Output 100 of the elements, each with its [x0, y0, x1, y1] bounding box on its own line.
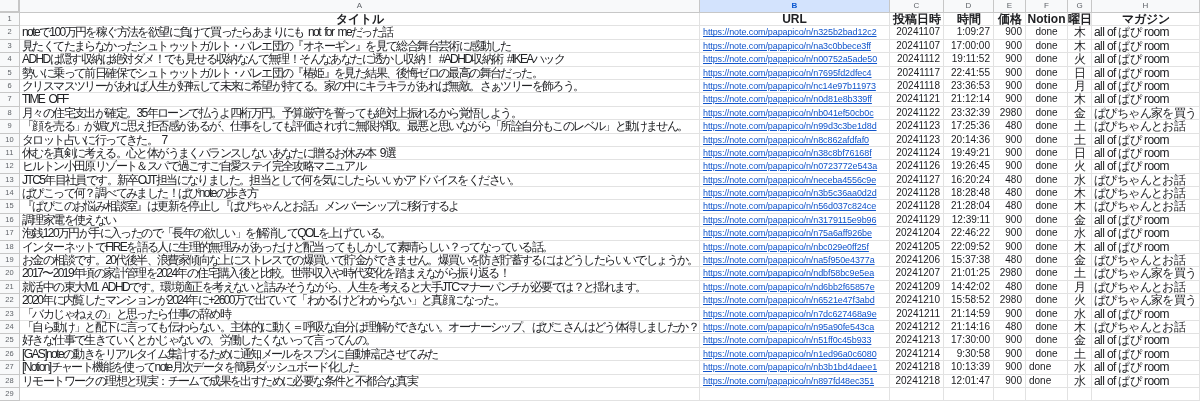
title-cell: 2017〜2019年頃の家計管理を2024年の住宅購入後と比較。世帯収入や時代変化を踏まえながら振り返る！	[20, 267, 700, 281]
date-cell: 20241128	[890, 187, 944, 201]
weekday-cell: 水	[1068, 374, 1092, 388]
time-cell: 21:28:04	[944, 200, 994, 214]
weekday-cell: 木	[1068, 26, 1092, 40]
column-header[interactable]: E	[994, 0, 1026, 13]
url-link[interactable]: https://note.com/papapico/n/n0723772e543a	[703, 160, 878, 173]
title-cell: 休むを真剣に考える。心と体がうまくバランスしないあなたに贈るお休み本 9選	[20, 146, 700, 161]
url-link[interactable]: https://note.com/papapico/n/na5f950e4377a	[703, 254, 875, 267]
url-link[interactable]: https://note.com/papapico/n/n51ff0c45b933	[703, 334, 872, 347]
column-header[interactable]: H	[1092, 0, 1200, 13]
price-cell: 480	[994, 254, 1026, 268]
magazine-cell: all of ぱぴ room	[1092, 39, 1200, 54]
column-header[interactable]: F	[1026, 0, 1068, 13]
date-cell: 20241206	[890, 254, 944, 268]
status-cell: done	[1026, 187, 1068, 201]
magazine-cell: all of ぱぴ room	[1092, 240, 1200, 255]
title-cell: クリスマスツリーがあれば人生が好転して未来に希望が持てる。家の中にキラキラがあれば無敵。さぁツリーを飾ろう。	[20, 79, 700, 94]
url-link[interactable]: https://note.com/papapico/n/n8c862afdfaf0	[703, 133, 870, 146]
column-header[interactable]: C	[890, 0, 944, 13]
magazine-cell: all of ぱぴ room	[1092, 53, 1200, 67]
magazine-cell: all of ぱぴ room	[1092, 79, 1200, 94]
weekday-cell: 土	[1068, 347, 1092, 362]
date-cell: 20241118	[890, 79, 944, 94]
column-header[interactable]: D	[944, 0, 994, 13]
url-link[interactable]: https://note.com/papapico/n/n75a6aff926be	[703, 227, 872, 240]
url-link[interactable]: https://note.com/papapico/n/nb041ef50cb0c	[703, 106, 874, 120]
url-link[interactable]: https://note.com/papapico/n/n3179115e9b96	[703, 213, 877, 227]
weekday-cell: 金	[1068, 106, 1092, 121]
date-cell: 20241207	[890, 267, 944, 281]
weekday-cell: 水	[1068, 307, 1092, 321]
title-cell: お金の相談です。20代後半、浪費家傾向な上にストレスでの爆買いで貯金ができません。爆買いを防ぎ貯蓄するにはどうしたらいいでしょうか。	[20, 254, 700, 268]
weekday-cell: 水	[1068, 173, 1092, 188]
time-cell: 12:39:11	[944, 213, 994, 228]
status-cell: done	[1026, 200, 1068, 214]
column-heading: 価格	[994, 13, 1026, 27]
url-link[interactable]: https://note.com/papapico/n/na3c0bbece3ff	[703, 39, 871, 53]
url-link[interactable]: https://note.com/papapico/n/n3b5c36aa0d2d	[703, 187, 877, 200]
url-link[interactable]: https://note.com/papapico/n/n7dc627468a9e	[703, 307, 877, 320]
magazine-cell: all of ぱぴ room	[1092, 160, 1200, 174]
url-link[interactable]: https://note.com/papapico/n/n95a90fe543ca	[703, 321, 875, 334]
status-cell: done	[1026, 280, 1068, 295]
price-cell: 2980	[994, 294, 1026, 308]
status-cell: done	[1026, 307, 1068, 321]
url-link[interactable]: https://note.com/papapico/n/n6521e47f3abd	[703, 294, 875, 307]
url-link[interactable]: https://note.com/papapico/n/n0d81e8b339ff	[703, 93, 872, 106]
magazine-cell: all of ぱぴ room	[1092, 227, 1200, 241]
magazine-cell: all of ぱぴ room	[1092, 334, 1200, 348]
status-cell: done	[1026, 79, 1068, 94]
weekday-cell: 木	[1068, 321, 1092, 335]
date-cell: 20241107	[890, 26, 944, 40]
date-cell: 20241121	[890, 93, 944, 107]
date-cell: 20241128	[890, 200, 944, 214]
price-cell: 900	[994, 93, 1026, 107]
url-link[interactable]: https://note.com/papapico/n/nbc029e0ff25f	[703, 240, 869, 254]
status-cell: done	[1026, 133, 1068, 147]
weekday-cell: 金	[1068, 213, 1092, 228]
url-link[interactable]: https://note.com/papapico/n/n897fd48ec351	[703, 374, 875, 387]
price-cell: 900	[994, 39, 1026, 54]
date-cell: 20241123	[890, 120, 944, 134]
url-link[interactable]: https://note.com/papapico/n/n325b2bad12c2	[703, 26, 877, 39]
weekday-cell: 木	[1068, 187, 1092, 201]
column-header[interactable]: B	[700, 0, 890, 13]
title-cell: 月々の住宅支出が確定。35年ローンで払うよ四桁万円。予算厳守を誓っても絶対上振れるから覚悟しよう。	[20, 106, 700, 121]
url-link[interactable]: https://note.com/papapico/n/nb3b1bd4daee1	[703, 361, 878, 374]
url-link[interactable]: https://note.com/papapico/n/neceba4556c9e	[703, 173, 877, 187]
time-cell: 23:32:39	[944, 106, 994, 121]
date-cell: 20241126	[890, 160, 944, 174]
status-cell: done	[1026, 160, 1068, 174]
weekday-cell: 土	[1068, 133, 1092, 147]
column-header[interactable]: A	[20, 0, 700, 13]
url-link[interactable]: https://note.com/papapico/n/nc14e97b11973	[703, 79, 876, 93]
price-cell: 900	[994, 133, 1026, 147]
magazine-cell: all of ぱぴ room	[1092, 307, 1200, 321]
magazine-cell: ぱぴちゃんとお話	[1092, 321, 1200, 335]
weekday-cell: 木	[1068, 200, 1092, 214]
price-cell: 900	[994, 146, 1026, 161]
url-link[interactable]: https://note.com/papapico/n/n56d037c824ce	[703, 200, 877, 213]
magazine-cell: ぱぴちゃんとお話	[1092, 120, 1200, 134]
title-cell: [GAS]noteの動きをリアルタイム集計するために通知メールをスプシに自動転記させてみた	[20, 347, 700, 362]
time-cell: 1:09:27	[944, 26, 994, 40]
url-link[interactable]: https://note.com/papapico/n/n99d3c3be1d8d	[703, 120, 877, 133]
url-link[interactable]: https://note.com/papapico/n/n1ed96a0c6080	[703, 347, 877, 361]
column-header[interactable]: G	[1068, 0, 1092, 13]
title-cell: 調理家電を使えない	[20, 213, 700, 228]
date-cell: 20241211	[890, 307, 944, 321]
title-cell: インターネットでFIREを語る人に生理的無理みがあったけど配当ってもしかして素晴らしい？ってなっている話。	[20, 240, 700, 255]
price-cell: 900	[994, 307, 1026, 321]
weekday-cell: 火	[1068, 53, 1092, 67]
title-cell: 「顔を売る」が媚びに思え拒否感があるが、仕事をしても評価されずに無限搾取。最悪と思いながら「所詮自分もこのレベル」と動けません。	[20, 120, 700, 134]
url-link[interactable]: https://note.com/papapico/n/nd6bb2f65857e	[703, 280, 875, 294]
price-cell: 900	[994, 53, 1026, 67]
url-link[interactable]: https://note.com/papapico/n/ndbf58bc9e5ea	[703, 267, 875, 280]
url-link[interactable]: https://note.com/papapico/n/n38c8bf76168f	[703, 146, 872, 160]
time-cell: 12:01:47	[944, 374, 994, 388]
time-cell: 20:14:36	[944, 133, 994, 147]
url-link[interactable]: https://note.com/papapico/n/n7695fd2dfec4	[703, 66, 872, 79]
magazine-cell: all of ぱぴ room	[1092, 133, 1200, 147]
url-link[interactable]: https://note.com/papapico/n/n00752a5ade50	[703, 53, 878, 66]
date-cell: 20241218	[890, 374, 944, 388]
